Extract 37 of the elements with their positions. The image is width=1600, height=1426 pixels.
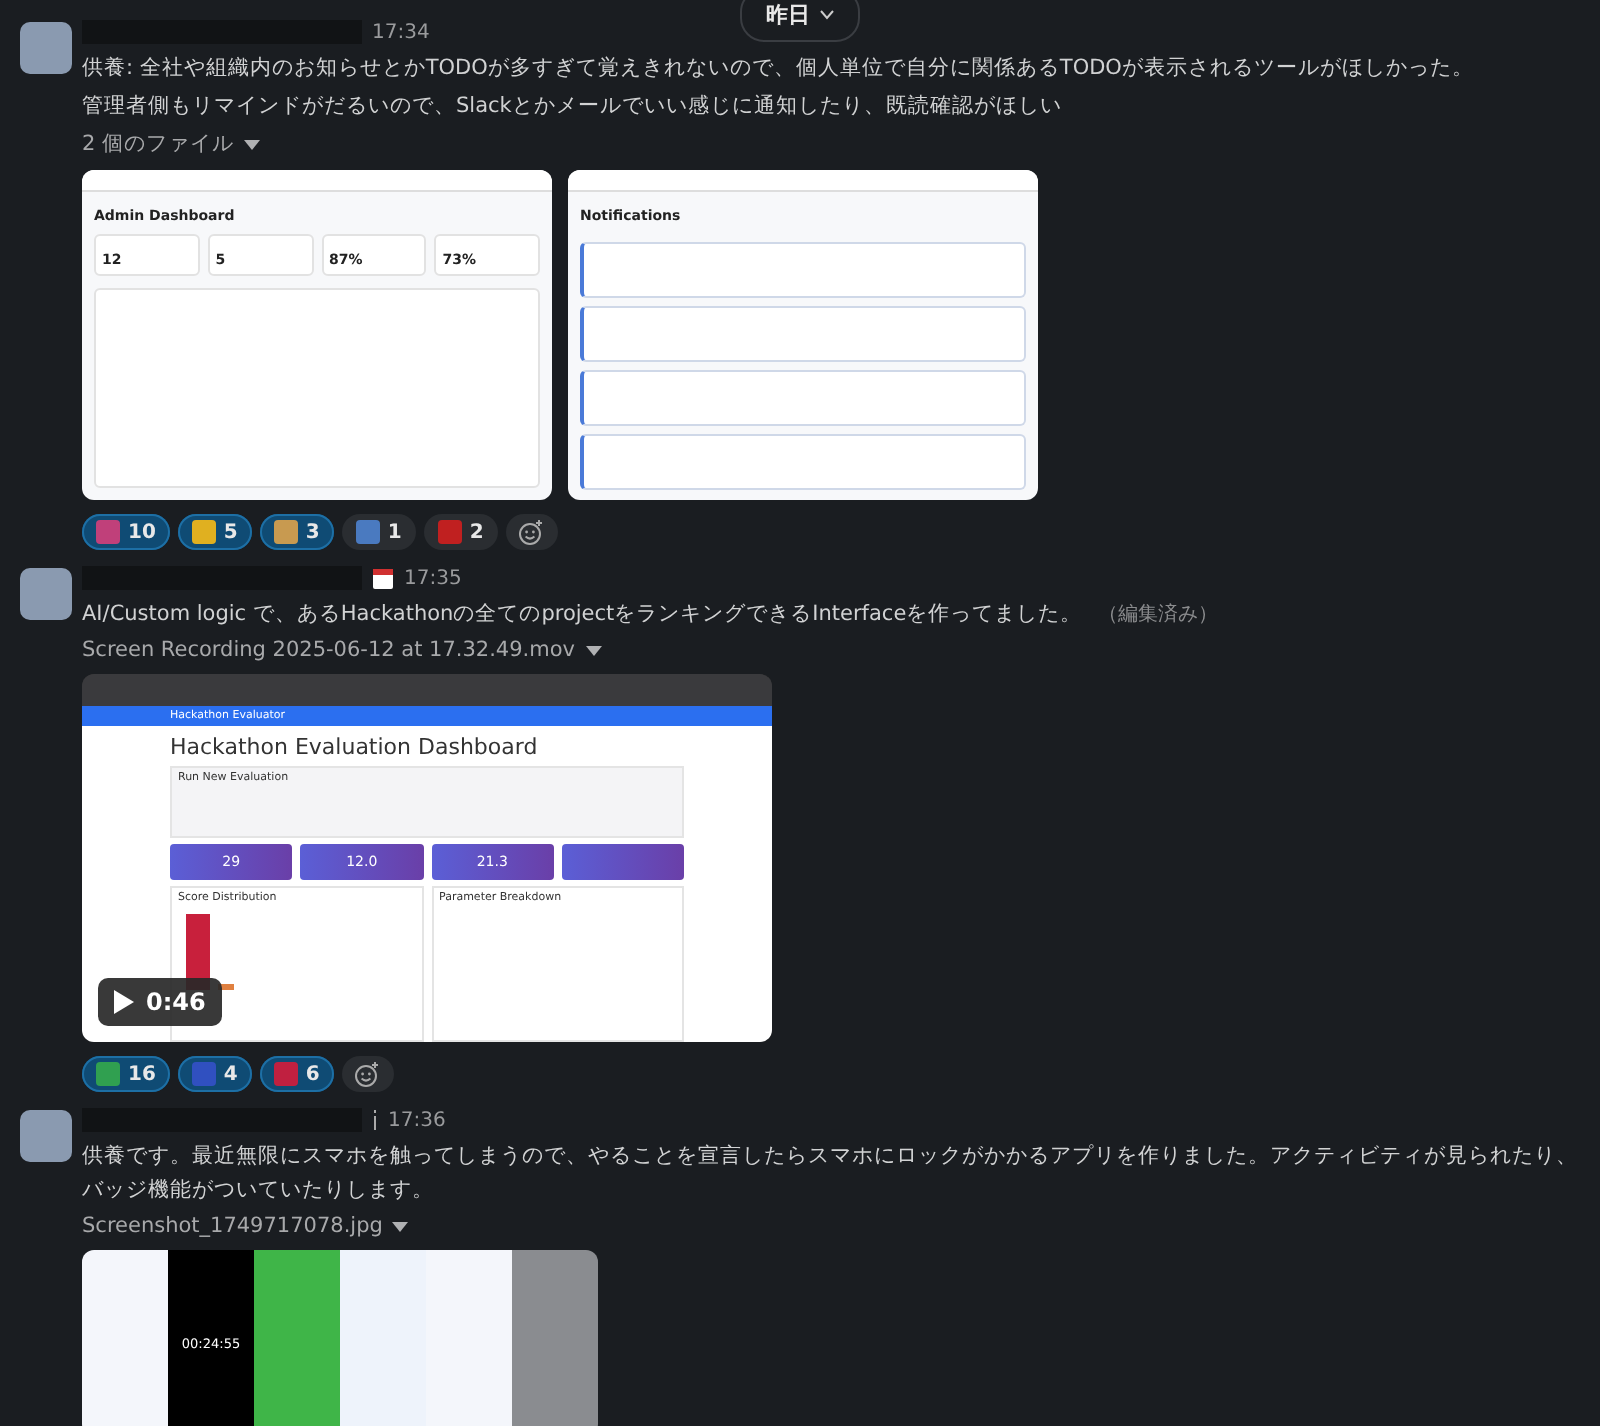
info-icon	[372, 1110, 378, 1130]
reaction-pill[interactable]: 10	[82, 514, 170, 550]
message-text: 供養: 全社や組織内のお知らせとかTODOが多すぎて覚えきれないので、個人単位で自分に関係あるTODOが表示されるツールがほしかった。	[82, 54, 1476, 84]
avatar[interactable]	[20, 568, 72, 620]
smiley-plus-icon	[518, 519, 545, 545]
message-text: 供養です。最近無限にスマホを触ってしまうので、やることを宣言したらスマホにロックがかかるアプリを作りました。アクティビティが見られたり、バッジ機能がついていたりします。	[82, 1142, 1580, 1206]
message-text: AI/Custom logic で、あるHackathonの全てのprojectをランキングできるInterfaceを作ってました。 （編集済み）	[82, 600, 1221, 630]
add-reaction-button[interactable]	[505, 514, 558, 550]
file-label[interactable]: Screen Recording 2025-06-12 at 17.32.49.mov	[82, 638, 1580, 662]
chevron-icon	[820, 10, 834, 20]
add-reaction-button[interactable]	[341, 1056, 394, 1092]
caret-icon	[392, 1221, 409, 1231]
file-label[interactable]: 2 個のファイル	[82, 130, 1580, 158]
reaction-pill[interactable]: 2	[423, 514, 498, 550]
date-divider[interactable]: 昨日	[740, 0, 860, 42]
message-text: 管理者側もリマインドがだるいので、Slackとかメールでいい感じに通知したり、既読確認がほしい	[82, 92, 1064, 122]
reaction-pill[interactable]: 3	[259, 514, 334, 550]
reaction-pill[interactable]: 5	[177, 514, 252, 550]
timestamp[interactable]: 17:35	[404, 567, 462, 589]
caret-icon	[585, 645, 601, 655]
calendar-icon	[372, 567, 394, 589]
file-label[interactable]: Screenshot_1749717078.jpg	[82, 1214, 1580, 1238]
stat-card	[561, 844, 684, 880]
play-icon	[114, 990, 134, 1014]
caret-icon	[244, 139, 261, 149]
avatar[interactable]	[20, 1110, 72, 1162]
timestamp[interactable]: 17:36	[388, 1109, 446, 1131]
edited-label: （編集済み）	[1098, 604, 1219, 626]
timestamp[interactable]: 17:34	[372, 21, 430, 43]
smiley-plus-icon	[354, 1061, 381, 1087]
play-button[interactable]: 0:46	[98, 978, 222, 1026]
reaction-pill[interactable]: 1	[341, 514, 416, 550]
reaction-pill[interactable]: 16	[82, 1056, 170, 1092]
reaction-pill[interactable]: 6	[259, 1056, 334, 1092]
dashboard-title: Hackathon Evaluation Dashboard	[170, 734, 540, 760]
avatar[interactable]	[20, 22, 72, 74]
reaction-pill[interactable]: 4	[177, 1056, 252, 1092]
